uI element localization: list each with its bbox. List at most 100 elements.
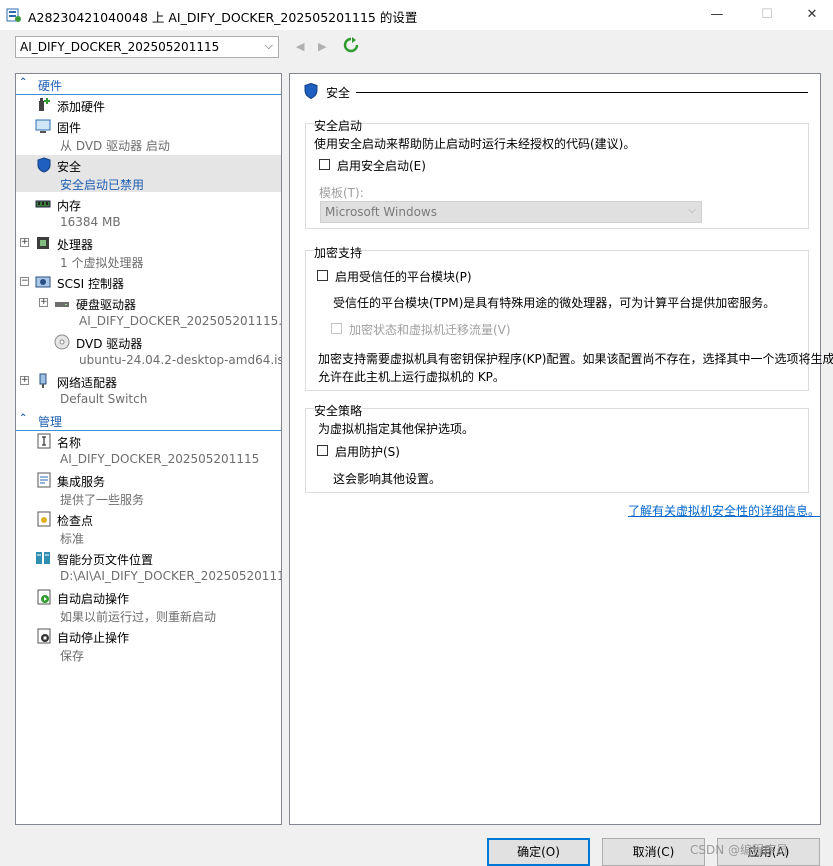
- shield-icon: [37, 157, 51, 173]
- enable-shielding-label[interactable]: 启用防护(S): [335, 443, 400, 460]
- collapse-tree-icon[interactable]: −: [20, 277, 29, 286]
- enable-tpm-label[interactable]: 启用受信任的平台模块(P): [335, 268, 472, 285]
- policy-description: 为虚拟机指定其他保护选项。: [318, 422, 475, 436]
- expand-icon[interactable]: +: [20, 376, 29, 385]
- settings-tree: ⌃ 硬件 添加硬件 固件 从 DVD 驱动器 启动 安全 安全启动已禁用 内存 …: [15, 73, 282, 825]
- management-section-header[interactable]: ⌃ 管理: [16, 410, 281, 431]
- sidebar-item-processor[interactable]: + 处理器 1 个虚拟处理器: [16, 233, 281, 270]
- vm-selector-value: AI_DIFY_DOCKER_202505201115: [20, 40, 220, 54]
- secure-boot-group: 安全启动 使用安全启动来帮助防止启动时运行未经授权的代码(建议)。 启用安全启动…: [305, 117, 809, 229]
- settings-app-icon: [6, 8, 21, 22]
- security-settings-panel: 安全 安全启动 使用安全启动来帮助防止启动时运行未经授权的代码(建议)。 启用安…: [289, 73, 833, 825]
- add-hardware-icon: [39, 98, 50, 111]
- refresh-icon[interactable]: [343, 37, 359, 53]
- sidebar-item-label: 添加硬件: [57, 100, 106, 114]
- sidebar-item-label: 集成服务: [57, 475, 106, 489]
- hardware-section-header[interactable]: ⌃ 硬件: [16, 74, 281, 95]
- sidebar-item-value: AI_DIFY_DOCKER_202505201115.vhdx: [79, 314, 282, 328]
- sidebar-item-value: AI_DIFY_DOCKER_202505201115: [60, 452, 260, 466]
- expand-icon[interactable]: +: [39, 298, 48, 307]
- encryption-title: 加密支持: [314, 244, 363, 261]
- network-adapter-icon: [39, 373, 47, 388]
- collapse-icon: ⌃: [19, 413, 28, 424]
- kp-note-line2: 允许在此主机上运行虚拟机的 KP。: [318, 370, 505, 384]
- sidebar-item-label: 智能分页文件位置: [57, 553, 154, 567]
- security-policy-group: 安全策略 为虚拟机指定其他保护选项。 启用防护(S) 这会影响其他设置。: [305, 402, 809, 493]
- management-section-label: 管理: [38, 415, 63, 429]
- sidebar-item-checkpoints[interactable]: 检查点 标准: [16, 509, 281, 546]
- enable-secure-boot-label[interactable]: 启用安全启动(E): [337, 157, 426, 174]
- sidebar-item-auto-start[interactable]: 自动启动操作 如果以前运行过，则重新启动: [16, 587, 281, 624]
- name-icon: [37, 433, 51, 449]
- sidebar-item-label: 网络适配器: [57, 376, 118, 390]
- sidebar-item-label: 名称: [57, 436, 82, 450]
- checkpoint-icon: [37, 511, 51, 527]
- processor-icon: [37, 237, 49, 249]
- maximize-button[interactable]: ☐: [744, 0, 790, 30]
- secure-boot-title: 安全启动: [314, 117, 363, 134]
- sidebar-item-value: 标准: [60, 532, 85, 546]
- forward-arrow-icon[interactable]: ▶: [318, 40, 326, 53]
- ok-button[interactable]: 确定(O): [487, 838, 590, 866]
- sidebar-item-network-adapter[interactable]: + 网络适配器 Default Switch: [16, 371, 281, 408]
- smart-paging-icon: [36, 552, 50, 564]
- auto-start-icon: [37, 589, 51, 605]
- enable-secure-boot-checkbox[interactable]: [319, 159, 330, 170]
- sidebar-item-value: 16384 MB: [60, 215, 121, 229]
- header-divider: [356, 92, 808, 93]
- title-bar: A28230421040048 上 AI_DIFY_DOCKER_2025052…: [0, 0, 833, 30]
- sidebar-item-firmware[interactable]: 固件 从 DVD 驱动器 启动: [16, 116, 281, 153]
- sidebar-item-auto-stop[interactable]: 自动停止操作 保存: [16, 626, 281, 663]
- sidebar-item-value: Default Switch: [60, 392, 148, 406]
- sidebar-item-label: 处理器: [57, 238, 94, 252]
- sidebar-item-label: 自动启动操作: [57, 592, 130, 606]
- sidebar-item-value: D:\AI\AI_DIFY_DOCKER_202505201115\...: [60, 569, 282, 583]
- sidebar-item-name[interactable]: 名称 AI_DIFY_DOCKER_202505201115: [16, 431, 281, 468]
- sidebar-item-memory[interactable]: 内存 16384 MB: [16, 194, 281, 231]
- sidebar-item-hard-drive[interactable]: + 硬盘驱动器 AI_DIFY_DOCKER_202505201115.vhdx: [16, 293, 281, 330]
- collapse-icon: ⌃: [19, 77, 28, 88]
- encryption-support-group: 加密支持 启用受信任的平台模块(P) 受信任的平台模块(TPM)是具有特殊用途的…: [305, 244, 833, 391]
- firmware-icon: [35, 119, 51, 133]
- hard-drive-icon: [55, 302, 69, 307]
- sidebar-item-label: 检查点: [57, 514, 94, 528]
- sidebar-item-dvd-drive[interactable]: DVD 驱动器 ubuntu-24.04.2-desktop-amd64.iso: [16, 332, 281, 369]
- encrypt-traffic-label[interactable]: 加密状态和虚拟机迁移流量(V): [349, 321, 511, 338]
- sidebar-item-label: DVD 驱动器: [76, 337, 143, 351]
- back-arrow-icon[interactable]: ◀: [296, 40, 304, 53]
- hardware-section-label: 硬件: [38, 79, 63, 93]
- enable-tpm-checkbox[interactable]: [317, 270, 328, 281]
- sidebar-item-value: 从 DVD 驱动器 启动: [60, 139, 170, 153]
- chevron-down-icon: ⌵: [688, 205, 696, 216]
- shielding-note: 这会影响其他设置。: [333, 472, 442, 486]
- minimize-button[interactable]: —: [694, 0, 740, 30]
- watermark: CSDN @编程序员: [690, 843, 789, 857]
- template-select[interactable]: Microsoft Windows ⌵: [320, 201, 702, 223]
- sidebar-item-smart-paging[interactable]: 智能分页文件位置 D:\AI\AI_DIFY_DOCKER_2025052011…: [16, 548, 281, 585]
- sidebar-item-value: 提供了一些服务: [60, 493, 145, 507]
- sidebar-item-integration-services[interactable]: 集成服务 提供了一些服务: [16, 470, 281, 507]
- memory-icon: [35, 200, 51, 208]
- integration-services-icon: [37, 472, 51, 488]
- sidebar-item-label: 固件: [57, 121, 82, 135]
- dvd-drive-icon: [54, 334, 70, 350]
- learn-more-link[interactable]: 了解有关虚拟机安全性的详细信息。: [628, 502, 820, 519]
- window-title: A28230421040048 上 AI_DIFY_DOCKER_2025052…: [28, 10, 418, 25]
- scsi-controller-icon: [35, 276, 51, 288]
- sidebar-item-label: 自动停止操作: [57, 631, 130, 645]
- sidebar-item-value: 如果以前运行过，则重新启动: [60, 610, 217, 624]
- expand-icon[interactable]: +: [20, 238, 29, 247]
- sidebar-item-value: ubuntu-24.04.2-desktop-amd64.iso: [79, 353, 282, 367]
- sidebar-item-security[interactable]: 安全 安全启动已禁用: [16, 155, 281, 192]
- tpm-description: 受信任的平台模块(TPM)是具有特殊用途的微处理器，可为计算平台提供加密服务。: [333, 296, 776, 310]
- sidebar-item-value: 1 个虚拟处理器: [60, 256, 144, 270]
- vm-selector[interactable]: AI_DIFY_DOCKER_202505201115 ⌵: [15, 36, 279, 58]
- sidebar-item-value: 安全启动已禁用: [60, 178, 145, 192]
- sidebar-item-label: 内存: [57, 199, 82, 213]
- encrypt-traffic-checkbox[interactable]: [331, 323, 342, 334]
- enable-shielding-checkbox[interactable]: [317, 445, 328, 456]
- close-button[interactable]: ✕: [789, 0, 833, 30]
- sidebar-item-label: SCSI 控制器: [57, 277, 124, 291]
- shield-icon: [304, 83, 318, 99]
- policy-title: 安全策略: [314, 402, 363, 419]
